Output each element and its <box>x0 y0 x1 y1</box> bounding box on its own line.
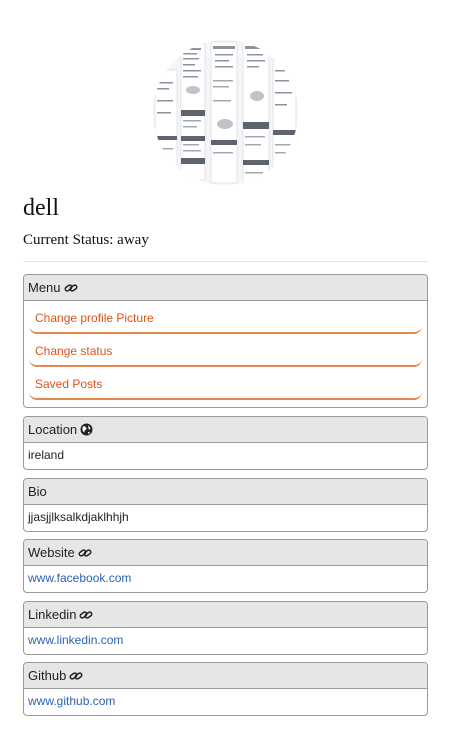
menu-item-change-profile-picture[interactable]: Change profile Picture <box>29 305 422 334</box>
link-icon <box>79 604 93 629</box>
globe-icon <box>80 419 93 444</box>
linkedin-link[interactable]: www.linkedin.com <box>24 628 427 653</box>
location-header: Location <box>24 417 427 443</box>
avatar-image <box>153 40 298 185</box>
linkedin-title: Linkedin <box>28 607 77 622</box>
website-header: Website <box>24 540 427 566</box>
github-link[interactable]: www.github.com <box>24 689 427 714</box>
avatar <box>153 40 298 185</box>
bio-title: Bio <box>28 484 47 499</box>
bio-header: Bio <box>24 479 427 505</box>
link-icon <box>64 277 78 302</box>
website-card: Website www.facebook.com <box>23 539 428 593</box>
location-value: ireland <box>28 448 65 462</box>
link-icon <box>78 542 92 567</box>
linkedin-header: Linkedin <box>24 602 427 628</box>
github-card: Github www.github.com <box>23 662 428 716</box>
bio-value: jjasjjlksalkdjaklhhjh <box>28 510 129 524</box>
bio-card: Bio jjasjjlksalkdjaklhhjh <box>23 478 428 532</box>
status-label: Current Status: <box>23 232 114 248</box>
linkedin-card: Linkedin www.linkedin.com <box>23 601 428 655</box>
username: dell <box>23 195 59 221</box>
github-header: Github <box>24 663 427 689</box>
menu-list: Change profile Picture Change status Sav… <box>24 301 427 405</box>
location-title: Location <box>28 422 78 437</box>
link-icon <box>69 665 83 690</box>
divider <box>23 261 428 262</box>
current-status: Current Status: away <box>23 232 149 249</box>
menu-card: Menu Change profile Picture Change statu… <box>23 274 428 408</box>
menu-item-change-status[interactable]: Change status <box>29 338 422 367</box>
menu-header: Menu <box>24 275 427 301</box>
location-card: Location ireland <box>23 416 428 470</box>
github-title: Github <box>28 668 67 683</box>
website-title: Website <box>28 545 75 560</box>
website-link[interactable]: www.facebook.com <box>24 566 427 591</box>
menu-title: Menu <box>28 280 61 295</box>
menu-item-saved-posts[interactable]: Saved Posts <box>29 371 422 400</box>
status-value: away <box>117 232 149 248</box>
